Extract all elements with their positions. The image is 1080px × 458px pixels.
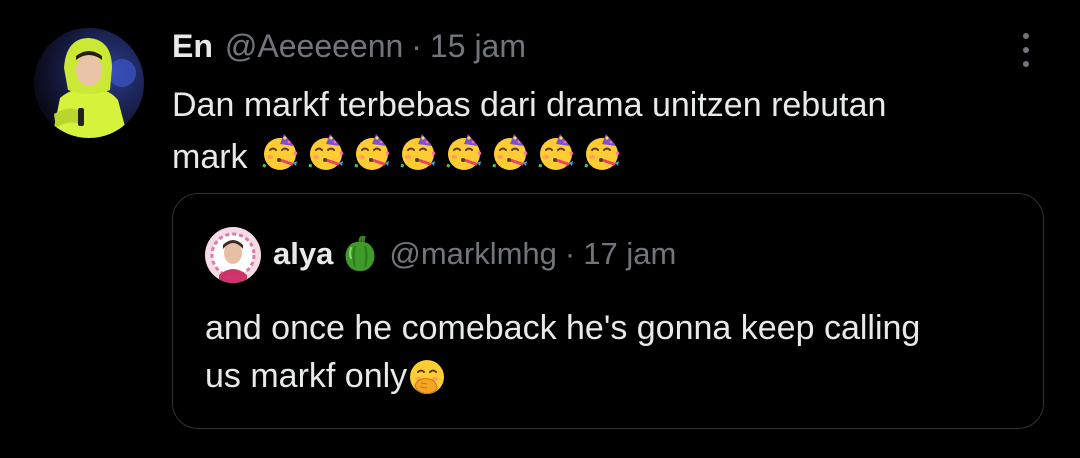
hand-over-mouth-face-icon — [407, 354, 447, 402]
tweet[interactable]: En @Aeeeeenn · 15 jam Dan markf terbebas… — [0, 0, 1080, 458]
svg-text:ooo: ooo — [226, 273, 241, 281]
partying-face-icon — [442, 130, 486, 188]
partying-face-icon — [580, 130, 624, 188]
partying-face-icon — [258, 130, 302, 188]
quoted-author-avatar[interactable]: ooo — [205, 227, 261, 283]
tweet-header: En @Aeeeeenn · 15 jam — [172, 24, 526, 68]
tweet-text-line: Dan markf terbebas dari drama unitzen re… — [172, 86, 887, 124]
partying-face-icon — [488, 130, 532, 188]
quoted-text-fragment: us markf only — [205, 357, 408, 395]
author-avatar[interactable] — [34, 28, 144, 138]
separator-dot: · — [411, 27, 422, 64]
partying-face-icon — [396, 130, 440, 188]
tweet-text-line: mark — [172, 130, 992, 188]
quoted-author-handle[interactable]: @marklmhg — [389, 236, 557, 272]
more-icon-dot — [1023, 61, 1029, 67]
author-handle[interactable]: @Aeeeeenn — [225, 28, 403, 65]
quoted-tweet-timestamp[interactable]: 17 jam — [583, 236, 676, 272]
more-icon — [1023, 33, 1029, 39]
quoted-author-name[interactable]: alya — [273, 236, 333, 272]
tweet-text: Dan markf terbebas dari drama unitzen re… — [172, 80, 992, 188]
quoted-tweet-header: alya @marklmhg · 17 jam — [273, 232, 676, 276]
quoted-text-line: and once he comeback he's gonna keep cal… — [205, 309, 921, 347]
quoted-tweet[interactable]: ooo alya @marklmhg · 17 jam and once he … — [172, 193, 1044, 429]
partying-face-icon — [350, 130, 394, 188]
bell-pepper-icon — [343, 236, 377, 272]
partying-face-icon — [304, 130, 348, 188]
emoji-row — [258, 130, 624, 188]
tweet-text-fragment: mark — [172, 137, 248, 176]
more-icon-dot — [1023, 47, 1029, 53]
quoted-text-line: us markf only — [205, 352, 1025, 402]
quoted-tweet-text: and once he comeback he's gonna keep cal… — [205, 304, 1025, 402]
author-name[interactable]: En — [172, 28, 213, 65]
partying-face-icon — [534, 130, 578, 188]
tweet-timestamp[interactable]: 15 jam — [430, 28, 526, 65]
more-options-button[interactable] — [1008, 30, 1044, 70]
separator-dot: · — [564, 236, 576, 271]
